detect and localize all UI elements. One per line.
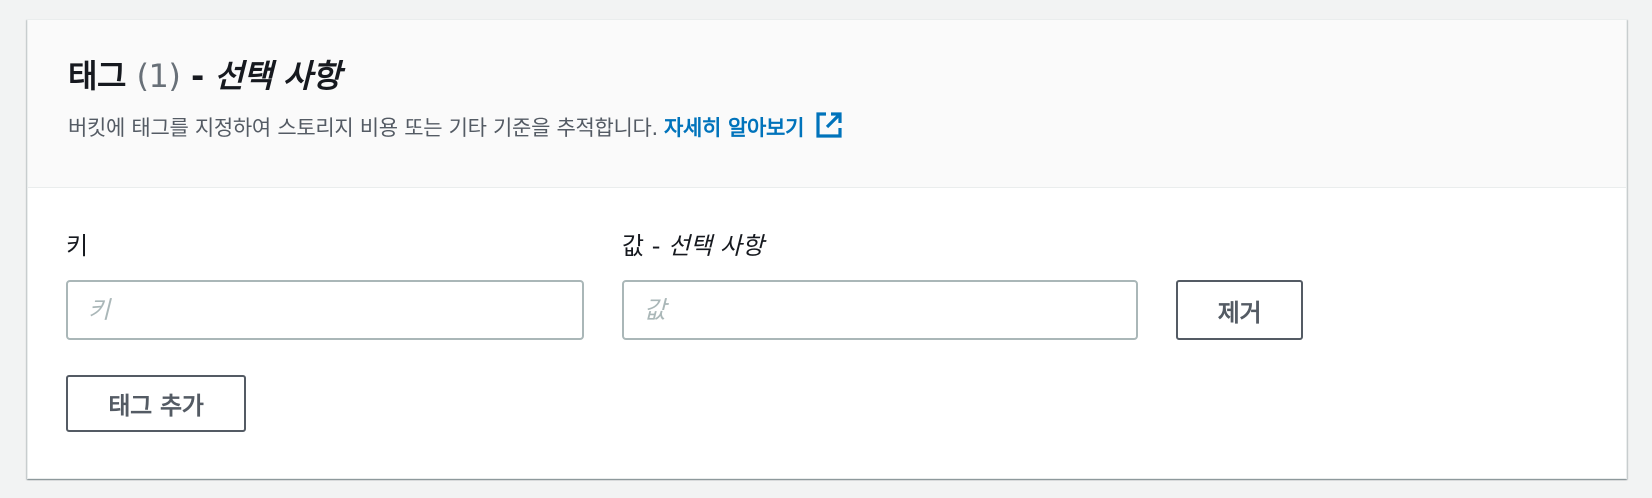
add-tag-button[interactable]: 태그 추가: [66, 375, 246, 432]
title-separator: -: [180, 57, 215, 95]
learn-more-label: 자세히 알아보기: [663, 116, 805, 140]
learn-more-link[interactable]: 자세히 알아보기: [663, 112, 844, 140]
panel-description: 버킷에 태그를 지정하여 스토리지 비용 또는 기타 기준을 추적합니다. 자세히…: [68, 110, 844, 143]
panel-header: 태그 (1) - 선택 사항 버킷에 태그를 지정하여 스토리지 비용 또는 기…: [28, 20, 1626, 188]
value-label-optional: 선택 사항: [668, 232, 764, 260]
external-link-icon: [816, 112, 842, 138]
remove-tag-button[interactable]: 제거: [1176, 280, 1303, 340]
key-input[interactable]: [66, 280, 584, 340]
value-label-text: 값 -: [622, 232, 668, 260]
title-optional: 선택 사항: [214, 57, 341, 95]
title-text: 태그: [68, 57, 137, 95]
key-label-text: 키: [66, 232, 89, 260]
key-label: 키: [66, 230, 88, 262]
panel-title: 태그 (1) - 선택 사항: [68, 56, 341, 96]
description-text: 버킷에 태그를 지정하여 스토리지 비용 또는 기타 기준을 추적합니다.: [68, 116, 658, 140]
value-input[interactable]: [622, 280, 1138, 340]
tag-count: (1): [136, 57, 181, 95]
tags-panel: 태그 (1) - 선택 사항 버킷에 태그를 지정하여 스토리지 비용 또는 기…: [27, 19, 1627, 479]
value-label: 값 - 선택 사항: [622, 230, 764, 262]
